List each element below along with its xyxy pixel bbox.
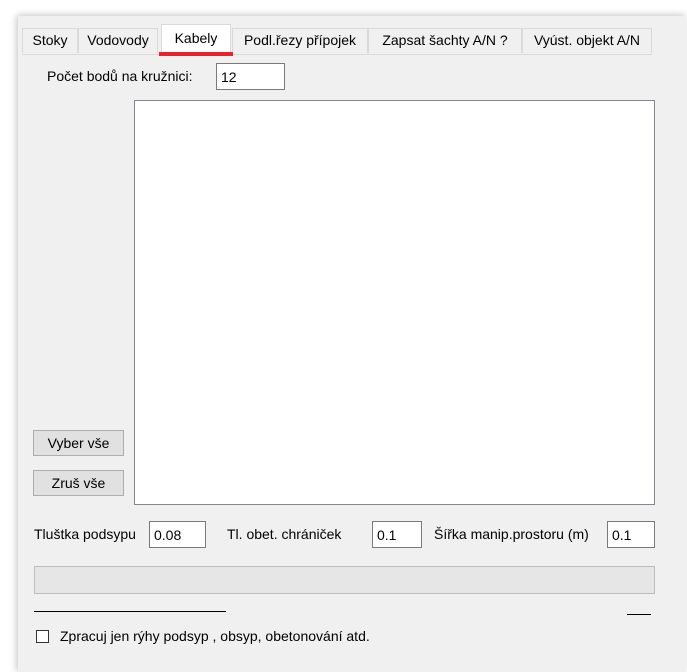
manip-input[interactable]: [607, 521, 655, 548]
tab-stoky[interactable]: Stoky: [22, 28, 78, 53]
separator-line-right: [627, 614, 651, 615]
separator-line-left: [34, 611, 226, 612]
deselect-all-button[interactable]: Zruš vše: [33, 470, 124, 496]
tab-label: Vodovody: [87, 32, 149, 48]
chranicek-label: Tl. obet. chrániček: [227, 526, 342, 542]
process-trenches-label: Zpracuj jen rýhy podsyp , obsyp, obetono…: [60, 628, 370, 644]
points-label: Počet bodů na kružnici:: [47, 68, 193, 84]
tab-label: Zapsat šachty A/N ?: [382, 32, 508, 48]
progress-bar: [34, 566, 655, 594]
tab-vodovody[interactable]: Vodovody: [78, 28, 158, 53]
tab-podl-rezy[interactable]: Podl.řezy přípojek: [232, 28, 368, 53]
podsyp-label: Tluštka podsypu: [34, 526, 136, 542]
tab-zapsat-sachty[interactable]: Zapsat šachty A/N ?: [368, 28, 522, 53]
chranicek-input[interactable]: [372, 521, 422, 548]
select-all-button[interactable]: Vyber vše: [33, 430, 124, 456]
tab-kabely[interactable]: Kabely: [159, 24, 233, 56]
tab-label: Podl.řezy přípojek: [243, 32, 357, 48]
tab-highlight-marker: [159, 52, 233, 56]
tab-vyust-objekt[interactable]: Vyúst. objekt A/N: [522, 28, 652, 53]
tab-label: Stoky: [32, 32, 68, 48]
tab-strip: Stoky Vodovody Kabely Podl.řezy přípojek…: [22, 24, 652, 56]
cable-listbox[interactable]: [134, 100, 655, 505]
tab-label: Kabely: [174, 30, 218, 46]
tab-label: Vyúst. objekt A/N: [533, 32, 641, 48]
process-trenches-checkbox[interactable]: [36, 630, 49, 643]
podsyp-input[interactable]: [149, 521, 206, 548]
manip-label: Šířka manip.prostoru (m): [434, 526, 589, 542]
points-input[interactable]: [216, 63, 285, 90]
